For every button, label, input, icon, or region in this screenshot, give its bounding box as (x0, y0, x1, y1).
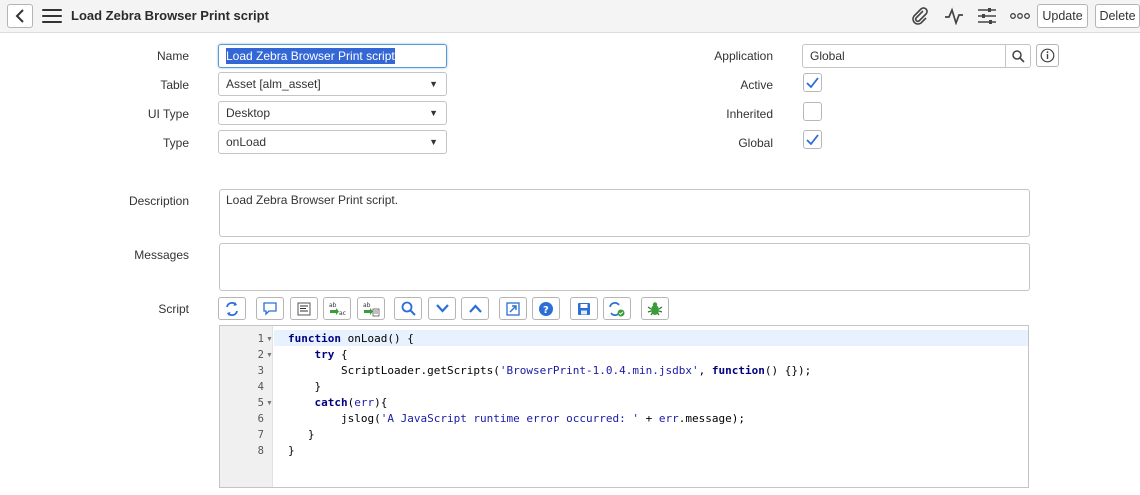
line-number-gutter: 1 2 3 4 5 6 7 8 ▼ ▼ ▼ (220, 326, 273, 487)
replace-button[interactable]: ab ac (323, 297, 351, 320)
save-icon (578, 302, 590, 315)
script-editor[interactable]: 1 2 3 4 5 6 7 8 ▼ ▼ ▼ function onLoad() … (219, 325, 1029, 488)
replace-icon: abac (329, 302, 346, 317)
save-button[interactable] (570, 297, 598, 320)
svg-text:ab: ab (363, 302, 371, 309)
dropdown-arrow-icon: ▼ (429, 137, 438, 147)
description-value: Load Zebra Browser Print script. (226, 193, 399, 207)
update-button[interactable]: Update (1037, 4, 1088, 28)
script-debugger-icon (609, 301, 625, 316)
script-debugger-button[interactable] (603, 297, 631, 320)
name-label: Name (156, 49, 189, 63)
page-title: Load Zebra Browser Print script (71, 8, 269, 23)
application-label: Application (714, 49, 773, 63)
svg-text:ab: ab (329, 302, 337, 309)
code-line-8: } (288, 444, 295, 457)
name-value: Load Zebra Browser Print script (226, 48, 395, 64)
global-checkbox[interactable] (803, 130, 822, 149)
description-label: Description (128, 194, 189, 208)
checkmark-icon (806, 134, 819, 145)
chevron-up-icon (468, 304, 482, 313)
ui-type-value: Desktop (226, 106, 271, 120)
application-value: Global (810, 49, 845, 63)
inherited-checkbox[interactable] (803, 102, 822, 121)
line-number: 4 (257, 381, 264, 393)
back-button[interactable] (7, 4, 33, 28)
info-button[interactable] (1036, 44, 1059, 67)
script-label: Script (158, 302, 189, 316)
code-line-3: ScriptLoader.getScripts('BrowserPrint-1.… (288, 364, 812, 377)
line-number: 3 (257, 365, 264, 377)
search-icon (401, 301, 416, 316)
svg-text:ac: ac (339, 310, 346, 317)
ui-type-select[interactable]: Desktop ▼ (218, 101, 447, 125)
name-input[interactable]: Load Zebra Browser Print script (218, 44, 447, 68)
messages-textarea[interactable] (219, 243, 1030, 291)
messages-label: Messages (134, 248, 189, 262)
fold-arrow-icon[interactable]: ▼ (266, 400, 273, 407)
fold-arrow-icon[interactable]: ▼ (266, 336, 273, 343)
line-number: 2 (257, 349, 264, 361)
svg-text:?: ? (543, 305, 549, 316)
code-line-5: catch(err){ (314, 396, 388, 409)
bug-icon (647, 301, 663, 315)
activity-icon[interactable] (943, 5, 965, 27)
help-button[interactable]: ? (532, 297, 560, 320)
debug-button[interactable] (641, 297, 669, 320)
menu-icon[interactable] (42, 9, 62, 23)
toggle-syntax-button[interactable] (218, 297, 246, 320)
search-icon (1011, 49, 1025, 63)
ui-type-label: UI Type (147, 107, 189, 121)
more-icon[interactable] (1009, 5, 1031, 27)
format-button[interactable] (290, 297, 318, 320)
line-number: 1 (257, 333, 264, 345)
code-line-2: try { (314, 348, 348, 361)
previous-match-button[interactable] (461, 297, 489, 320)
line-number: 5 (257, 397, 264, 409)
format-icon (297, 302, 311, 315)
global-label: Global (738, 136, 773, 150)
delete-button[interactable]: Delete (1095, 4, 1140, 28)
comment-icon (263, 302, 277, 316)
description-textarea[interactable]: Load Zebra Browser Print script. (219, 189, 1030, 237)
inherited-label: Inherited (726, 107, 773, 121)
line-number: 8 (257, 445, 264, 457)
help-icon: ? (539, 301, 553, 316)
comment-button[interactable] (256, 297, 284, 320)
dropdown-arrow-icon: ▼ (429, 79, 438, 89)
paperclip-icon[interactable] (909, 5, 931, 27)
toggle-syntax-icon (226, 301, 238, 316)
fullscreen-button[interactable] (499, 297, 527, 320)
table-value: Asset [alm_asset] (226, 77, 321, 91)
search-button[interactable] (394, 297, 422, 320)
table-select[interactable]: Asset [alm_asset] ▼ (218, 72, 447, 96)
sliders-icon[interactable] (976, 5, 998, 27)
active-checkbox[interactable] (803, 73, 822, 92)
next-match-button[interactable] (428, 297, 456, 320)
code-line-7: } (288, 428, 315, 441)
replace-all-icon: ab (363, 302, 380, 316)
line-number: 6 (257, 413, 264, 425)
fold-arrow-icon[interactable]: ▼ (266, 352, 273, 359)
form-header: Load Zebra Browser Print script Update D… (0, 0, 1140, 33)
info-icon (1040, 48, 1055, 63)
type-select[interactable]: onLoad ▼ (218, 130, 447, 154)
checkmark-icon (806, 77, 819, 88)
code-line-4: } (288, 380, 322, 393)
code-line-6: jslog('A JavaScript runtime error occurr… (288, 412, 745, 425)
active-label: Active (740, 78, 773, 92)
type-label: Type (162, 136, 189, 150)
table-label: Table (160, 78, 189, 92)
fullscreen-icon (506, 301, 520, 316)
lookup-search-button[interactable] (1005, 45, 1030, 67)
chevron-down-icon (435, 304, 449, 313)
back-icon (15, 9, 24, 23)
type-value: onLoad (226, 135, 267, 149)
replace-all-button[interactable]: ab (357, 297, 385, 320)
line-number: 7 (257, 429, 264, 441)
dropdown-arrow-icon: ▼ (429, 108, 438, 118)
application-input[interactable]: Global (802, 44, 1031, 68)
code-line-1: function onLoad() { (288, 332, 414, 345)
